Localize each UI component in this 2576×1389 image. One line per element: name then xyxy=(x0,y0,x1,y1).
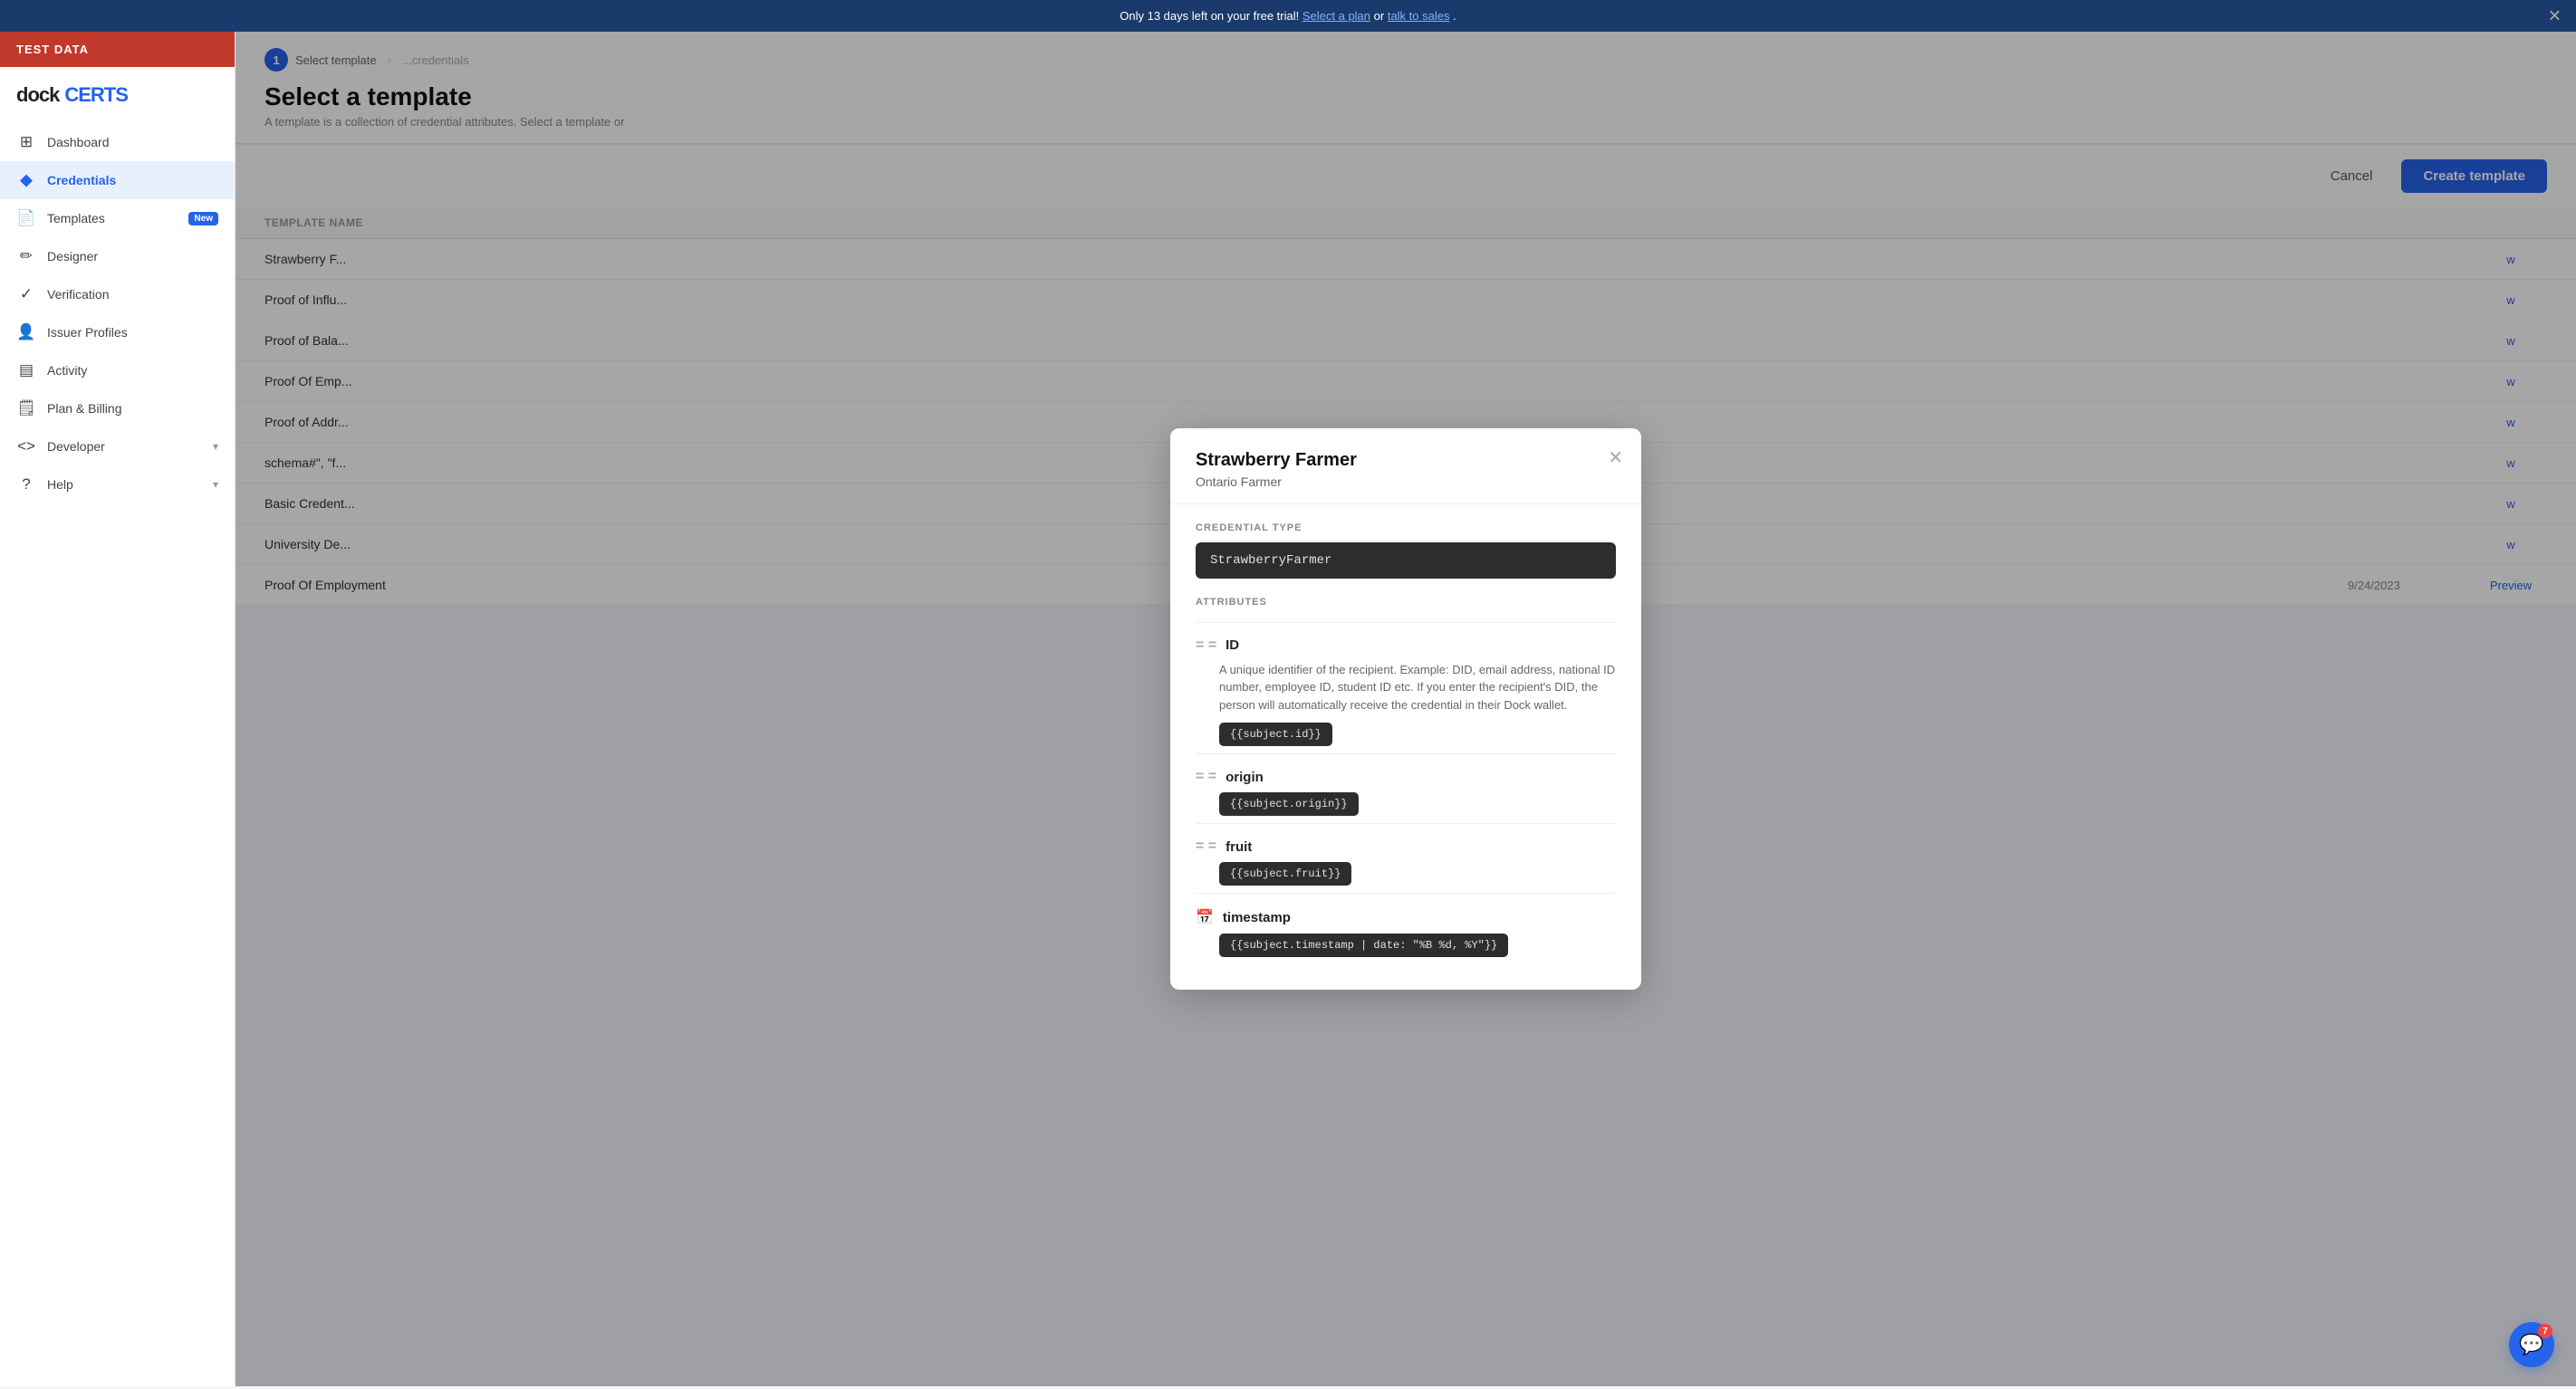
sidebar-item-developer[interactable]: <> Developer ▾ xyxy=(0,427,235,465)
modal-overlay: Strawberry Farmer Ontario Farmer ✕ CREDE… xyxy=(235,32,2576,1386)
modal-header: Strawberry Farmer Ontario Farmer ✕ xyxy=(1170,428,1641,504)
templates-icon: 📄 xyxy=(16,209,36,227)
sidebar-nav: ⊞ Dashboard ◆ Credentials 📄 Templates Ne… xyxy=(0,116,235,1386)
activity-icon: ▤ xyxy=(16,361,36,379)
sidebar-item-designer[interactable]: ✏ Designer xyxy=(0,237,235,275)
credential-detail-modal: Strawberry Farmer Ontario Farmer ✕ CREDE… xyxy=(1170,428,1641,991)
equals-icon: = = xyxy=(1196,637,1216,654)
attr-header: = = origin xyxy=(1196,769,1616,785)
main-content: 1 Select template › ...credentials Selec… xyxy=(235,32,2576,1386)
verification-icon: ✓ xyxy=(16,285,36,303)
modal-close-button[interactable]: ✕ xyxy=(1608,446,1623,469)
attr-name: timestamp xyxy=(1223,910,1291,925)
attr-code: {{subject.origin}} xyxy=(1219,792,1359,816)
attribute-id: = = ID A unique identifier of the recipi… xyxy=(1196,622,1616,754)
attr-code: {{subject.fruit}} xyxy=(1219,862,1351,886)
sidebar-item-templates[interactable]: 📄 Templates New xyxy=(0,199,235,237)
attr-description: A unique identifier of the recipient. Ex… xyxy=(1219,661,1616,714)
sidebar-item-issuer-profiles[interactable]: 👤 Issuer Profiles xyxy=(0,313,235,351)
select-plan-link[interactable]: Select a plan xyxy=(1302,9,1370,23)
attr-header: 📅 timestamp xyxy=(1196,908,1616,926)
sidebar-item-label: Developer xyxy=(47,439,105,454)
sidebar-item-verification[interactable]: ✓ Verification xyxy=(0,275,235,313)
modal-subtitle: Ontario Farmer xyxy=(1196,474,1616,489)
sidebar-item-label: Help xyxy=(47,477,73,492)
sidebar-item-label: Credentials xyxy=(47,173,116,187)
sidebar-item-label: Dashboard xyxy=(47,135,110,149)
sidebar-item-label: Issuer Profiles xyxy=(47,325,128,340)
sidebar-item-help[interactable]: ? Help ▾ xyxy=(0,465,235,503)
developer-icon: <> xyxy=(16,437,36,455)
attr-name: origin xyxy=(1226,770,1264,785)
sidebar-item-label: Plan & Billing xyxy=(47,401,122,416)
templates-badge: New xyxy=(188,212,218,225)
sidebar: TEST DATA dock CERTS ⊞ Dashboard ◆ Crede… xyxy=(0,32,235,1386)
attr-code: {{subject.timestamp | date: "%B %d, %Y"}… xyxy=(1219,934,1508,957)
attributes-section: ATTRIBUTES = = ID A unique identifier of… xyxy=(1196,597,1616,965)
trial-banner: Only 13 days left on your free trial! Se… xyxy=(0,0,2576,32)
chat-badge: 7 xyxy=(2538,1324,2552,1338)
banner-close-button[interactable]: ✕ xyxy=(2548,6,2562,25)
attr-name: ID xyxy=(1226,637,1239,653)
logo: dock CERTS xyxy=(0,67,235,116)
talk-to-sales-link[interactable]: talk to sales xyxy=(1388,9,1450,23)
help-icon: ? xyxy=(16,475,36,493)
sidebar-item-plan-billing[interactable]: 🗒 Plan & Billing xyxy=(0,389,235,427)
attributes-label: ATTRIBUTES xyxy=(1196,597,1616,608)
logo-dock: dock xyxy=(16,83,59,107)
attribute-timestamp: 📅 timestamp {{subject.timestamp | date: … xyxy=(1196,893,1616,964)
logo-certs: CERTS xyxy=(64,83,128,107)
attribute-origin: = = origin {{subject.origin}} xyxy=(1196,753,1616,823)
banner-text: Only 13 days left on your free trial! Se… xyxy=(1120,9,1456,23)
calendar-icon: 📅 xyxy=(1196,908,1214,926)
chevron-down-icon: ▾ xyxy=(213,440,218,453)
org-label: TEST DATA xyxy=(16,43,89,56)
credential-type-label: CREDENTIAL TYPE xyxy=(1196,522,1616,533)
chat-bubble-button[interactable]: 💬 7 xyxy=(2509,1322,2554,1367)
modal-body: CREDENTIAL TYPE StrawberryFarmer ATTRIBU… xyxy=(1170,504,1641,991)
org-bar: TEST DATA xyxy=(0,32,235,67)
attr-header: = = ID xyxy=(1196,637,1616,654)
dashboard-icon: ⊞ xyxy=(16,133,36,151)
issuer-profiles-icon: 👤 xyxy=(16,323,36,341)
attr-name: fruit xyxy=(1226,839,1252,855)
attr-header: = = fruit xyxy=(1196,838,1616,855)
equals-icon: = = xyxy=(1196,838,1216,855)
credential-type-value: StrawberryFarmer xyxy=(1196,542,1616,579)
chevron-down-icon: ▾ xyxy=(213,478,218,491)
sidebar-item-label: Templates xyxy=(47,211,105,225)
sidebar-item-activity[interactable]: ▤ Activity xyxy=(0,351,235,389)
equals-icon: = = xyxy=(1196,769,1216,785)
sidebar-item-credentials[interactable]: ◆ Credentials xyxy=(0,161,235,199)
sidebar-item-dashboard[interactable]: ⊞ Dashboard xyxy=(0,123,235,161)
modal-title: Strawberry Farmer xyxy=(1196,450,1616,471)
sidebar-item-label: Verification xyxy=(47,287,109,302)
attr-code: {{subject.id}} xyxy=(1219,723,1332,746)
attribute-fruit: = = fruit {{subject.fruit}} xyxy=(1196,823,1616,893)
sidebar-item-label: Activity xyxy=(47,363,87,378)
plan-billing-icon: 🗒 xyxy=(16,399,36,417)
sidebar-item-label: Designer xyxy=(47,249,98,263)
designer-icon: ✏ xyxy=(16,247,36,265)
credentials-icon: ◆ xyxy=(16,171,36,189)
